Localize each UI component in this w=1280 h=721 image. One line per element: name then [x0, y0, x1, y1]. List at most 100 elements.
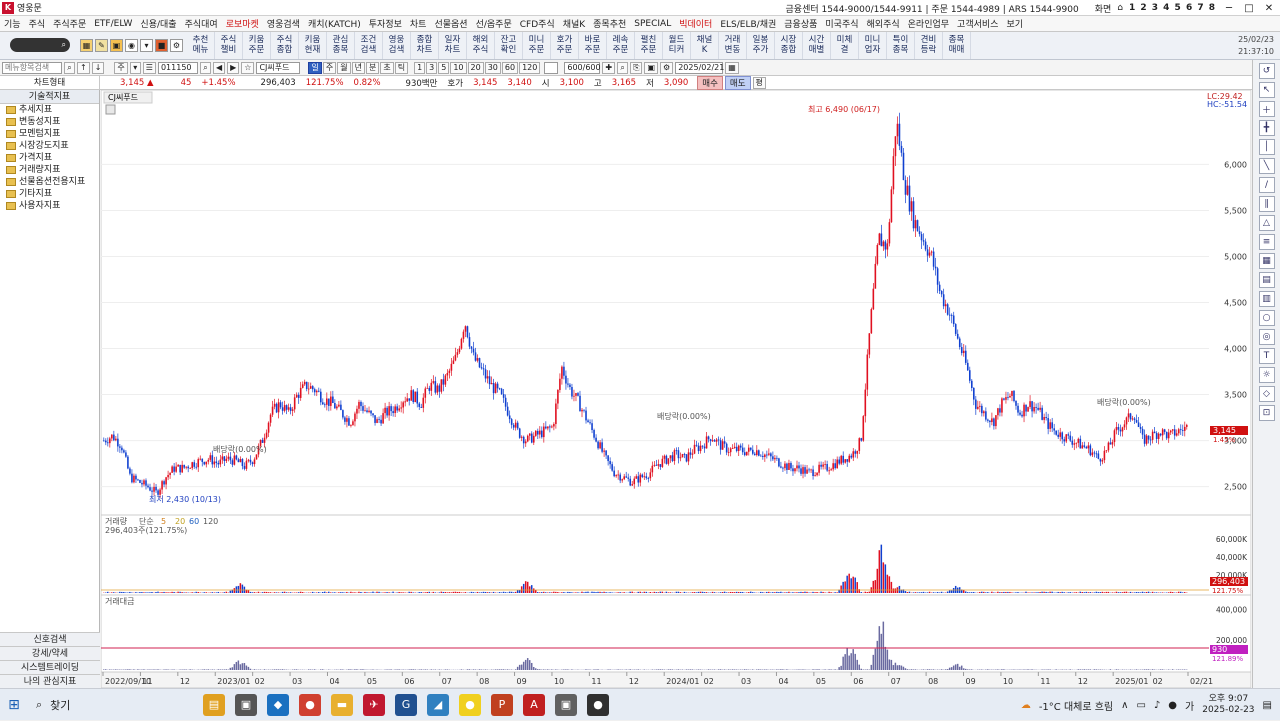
period-button[interactable]: 분 [366, 62, 379, 74]
indicator-folder[interactable]: 변동성지표 [0, 116, 99, 128]
interval-button[interactable]: 60 [502, 62, 518, 74]
toolbar-button[interactable]: 해외 주식 [467, 32, 495, 59]
period-button[interactable]: 년 [352, 62, 365, 74]
drawing-tool-icon[interactable]: ▦ [1259, 253, 1275, 269]
chart-type-label[interactable]: 차트형태 [0, 76, 100, 90]
menu-item[interactable]: 빅데이터 [675, 17, 716, 30]
menu-item[interactable]: 주식대여 [181, 17, 222, 30]
toolbar-button[interactable]: 일봉 주가 [747, 32, 775, 59]
menu-item[interactable]: 미국주식 [821, 17, 862, 30]
toolbar-button[interactable]: 일자 차트 [439, 32, 467, 59]
toolbar-search-icon[interactable]: ⌕ [10, 38, 70, 52]
toolbar-button[interactable]: 호가 주문 [551, 32, 579, 59]
g-app-icon[interactable]: G [395, 694, 417, 716]
drawing-tool-icon[interactable]: ▥ [1259, 291, 1275, 307]
file-explorer-icon[interactable]: ▤ [203, 694, 225, 716]
toolbar-button[interactable]: 바로 주문 [579, 32, 607, 59]
indicator-folder[interactable]: 가격지표 [0, 152, 99, 164]
interval-button[interactable]: 20 [468, 62, 484, 74]
drawing-tool-icon[interactable]: ○ [1259, 310, 1275, 326]
menu-item[interactable]: 금융상품 [780, 17, 821, 30]
prev-stock-icon[interactable]: ◀ [213, 62, 225, 74]
photo-icon[interactable]: ▣ [555, 694, 577, 716]
drawing-tool-icon[interactable]: ╋ [1259, 120, 1275, 136]
list-icon[interactable]: ☰ [143, 62, 156, 74]
pen-icon[interactable]: ✎ [95, 39, 108, 52]
taskbar-clock[interactable]: 오후 9:07 2025-02-23 [1202, 694, 1254, 716]
stock-code-input[interactable]: 011150 [158, 62, 198, 74]
interval-custom-input[interactable] [544, 62, 558, 74]
toolbar-button[interactable]: 시간 매별 [803, 32, 831, 59]
blue-app-icon[interactable]: ◢ [427, 694, 449, 716]
toolbar-button[interactable]: 펼친 주문 [635, 32, 663, 59]
taskbar-search[interactable]: ⌕ 찾기 [28, 692, 178, 718]
menu-item[interactable]: 종목추천 [589, 17, 630, 30]
interval-button[interactable]: 3 [426, 62, 437, 74]
drawing-tool-icon[interactable]: ≡ [1259, 234, 1275, 250]
toolbar-button[interactable]: 추천 메뉴 [187, 32, 215, 59]
hero-app-icon[interactable]: ✈ [363, 694, 385, 716]
indicator-folder[interactable]: 선물옵션전용지표 [0, 176, 99, 188]
period-button[interactable]: 초 [380, 62, 393, 74]
period-button[interactable]: 틱 [395, 62, 408, 74]
home-icon[interactable]: ⌂ [1117, 3, 1123, 13]
indicator-folder[interactable]: 추세지표 [0, 104, 99, 116]
color-icon[interactable]: ■ [155, 39, 168, 52]
indicator-folder[interactable]: 기타지표 [0, 188, 99, 200]
menu-item[interactable]: 로보마켓 [222, 17, 263, 30]
kakao-icon[interactable]: ● [459, 694, 481, 716]
toolbar-button[interactable]: 견비 등락 [915, 32, 943, 59]
drawing-tool-icon[interactable]: ╲ [1259, 158, 1275, 174]
period-button[interactable]: 주 [323, 62, 336, 74]
count-field[interactable]: 600/600 [564, 62, 600, 74]
drawing-tool-icon[interactable]: ↖ [1259, 82, 1275, 98]
interval-button[interactable]: 1 [414, 62, 425, 74]
indicator-folder[interactable]: 거래량지표 [0, 164, 99, 176]
period-dropdown-icon[interactable]: ▾ [130, 62, 141, 74]
period-type-select[interactable]: 주 [114, 62, 127, 74]
pane-minimize-icon[interactable] [106, 105, 115, 114]
toolbar-button[interactable]: 시장 종합 [775, 32, 803, 59]
interval-button[interactable]: 120 [519, 62, 540, 74]
notification-icon[interactable]: ▤ [1263, 700, 1272, 711]
toolbar-button[interactable]: 월드 티커 [663, 32, 691, 59]
drawing-tool-icon[interactable]: △ [1259, 215, 1275, 231]
toolbar-button[interactable]: 특이 종목 [887, 32, 915, 59]
toolbar-button[interactable]: 미니 업자 [859, 32, 887, 59]
drawing-tool-icon[interactable]: ☼ [1259, 367, 1275, 383]
save-icon[interactable]: ▣ [644, 62, 658, 74]
menu-item[interactable]: 차트 [406, 17, 431, 30]
menu-item[interactable]: 캐치(KATCH) [304, 17, 365, 30]
rec-icon[interactable]: ● [587, 694, 609, 716]
interval-button[interactable]: 30 [485, 62, 501, 74]
lock-icon[interactable]: ▣ [110, 39, 123, 52]
dropdown-icon[interactable]: ▾ [140, 39, 153, 52]
flat-button[interactable]: 평 [753, 77, 766, 89]
menu-item[interactable]: 영웅검색 [263, 17, 304, 30]
indicator-folder[interactable]: 모멘텀지표 [0, 128, 99, 140]
sell-order-button[interactable]: 매도 [725, 76, 751, 90]
toolbar-button[interactable]: 종목 매매 [943, 32, 971, 59]
period-button[interactable]: 일 [308, 62, 321, 74]
menu-item[interactable]: 투자정보 [365, 17, 406, 30]
menu-item[interactable]: 온라인업무 [904, 17, 953, 30]
toolbar-button[interactable]: 주식 챌비 [215, 32, 243, 59]
menu-item[interactable]: ETF/ELW [90, 19, 136, 29]
toolbar-button[interactable]: 관심 종목 [327, 32, 355, 59]
screen-numbers[interactable]: 1 2 3 4 5 6 7 8 [1129, 3, 1216, 13]
task-view-icon[interactable]: ▣ [235, 694, 257, 716]
toolbar-button[interactable]: 채널 K [691, 32, 719, 59]
menu-item[interactable]: 주식주문 [49, 17, 90, 30]
menu-item[interactable]: 해외주식 [863, 17, 904, 30]
toolbar-button[interactable]: 주식 종합 [271, 32, 299, 59]
windows-start-icon[interactable]: ⊞ [0, 691, 28, 719]
toolbar-button[interactable]: 키움 주문 [243, 32, 271, 59]
drawing-tool-icon[interactable]: │ [1259, 139, 1275, 155]
toolbar-button[interactable]: 종합 차트 [411, 32, 439, 59]
stock-chart[interactable]: CJ씨푸드 LC:29.42 HC:-51.54 6,0005,5005,000… [101, 90, 1251, 688]
toolbar-button[interactable]: 미니 주문 [523, 32, 551, 59]
minimize-icon[interactable]: ─ [1222, 3, 1236, 14]
tray-chevron-icon[interactable]: ∧ [1121, 700, 1128, 711]
chrome-icon[interactable]: ● [299, 694, 321, 716]
arrow-up-icon[interactable]: ↑ [77, 62, 90, 74]
